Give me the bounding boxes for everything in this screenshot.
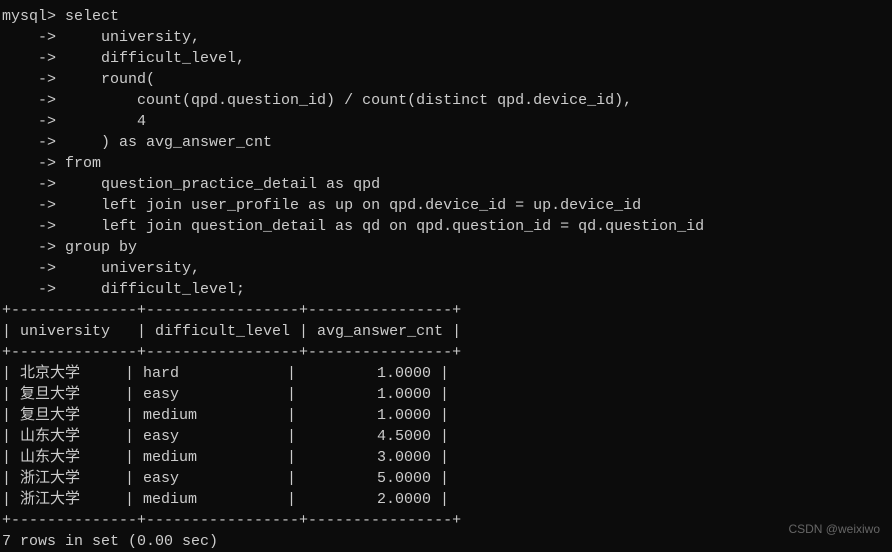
sql-line: -> difficult_level; (2, 279, 890, 300)
sql-line: -> ) as avg_answer_cnt (2, 132, 890, 153)
table-row: | 复旦大学 | easy | 1.0000 | (2, 384, 890, 405)
sql-line: -> count(qpd.question_id) / count(distin… (2, 90, 890, 111)
result-footer: 7 rows in set (0.00 sec) (2, 531, 890, 552)
table-row: | 复旦大学 | medium | 1.0000 | (2, 405, 890, 426)
table-separator: +--------------+-----------------+------… (2, 300, 890, 321)
table-row: | 北京大学 | hard | 1.0000 | (2, 363, 890, 384)
table-row: | 浙江大学 | medium | 2.0000 | (2, 489, 890, 510)
watermark: CSDN @weixiwo (788, 521, 880, 538)
sql-line: -> question_practice_detail as qpd (2, 174, 890, 195)
terminal-output: mysql> select -> university, -> difficul… (2, 6, 890, 552)
table-separator: +--------------+-----------------+------… (2, 342, 890, 363)
sql-line: -> from (2, 153, 890, 174)
sql-line: -> university, (2, 258, 890, 279)
sql-line: -> university, (2, 27, 890, 48)
sql-line: -> difficult_level, (2, 48, 890, 69)
table-row: | 山东大学 | medium | 3.0000 | (2, 447, 890, 468)
table-row: | 山东大学 | easy | 4.5000 | (2, 426, 890, 447)
table-separator: +--------------+-----------------+------… (2, 510, 890, 531)
sql-line: -> round( (2, 69, 890, 90)
table-row: | 浙江大学 | easy | 5.0000 | (2, 468, 890, 489)
sql-line: mysql> select (2, 6, 890, 27)
sql-line: -> group by (2, 237, 890, 258)
table-header: | university | difficult_level | avg_ans… (2, 321, 890, 342)
sql-line: -> left join question_detail as qd on qp… (2, 216, 890, 237)
sql-line: -> left join user_profile as up on qpd.d… (2, 195, 890, 216)
sql-line: -> 4 (2, 111, 890, 132)
